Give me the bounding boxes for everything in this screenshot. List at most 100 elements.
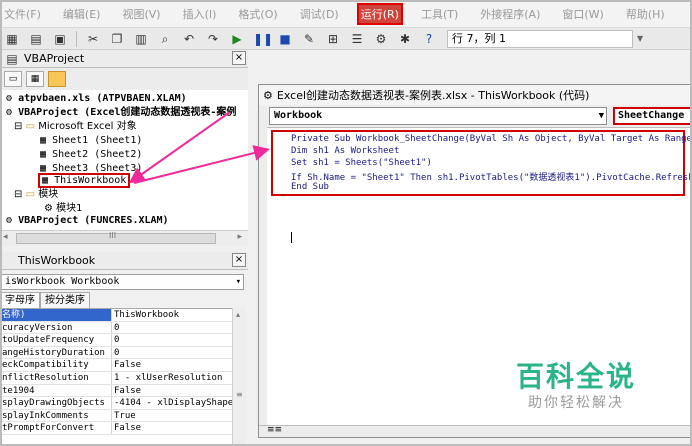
procedure-view-icon[interactable]: ≡≡ bbox=[267, 425, 282, 435]
sheet-icon: ▦ bbox=[40, 135, 47, 146]
scroll-left-icon[interactable]: ◂ bbox=[3, 232, 8, 242]
tree-item-sheet2[interactable]: ▦ Sheet2 (Sheet2) bbox=[40, 148, 142, 162]
property-row[interactable]: toUpdateFrequency 0 bbox=[0, 334, 232, 347]
property-value[interactable]: 0 bbox=[112, 347, 232, 359]
code-line[interactable]: Set sh1 = Sheets("Sheet1") bbox=[291, 158, 432, 168]
code-line[interactable]: End Sub bbox=[291, 182, 329, 192]
menu-insert[interactable]: 插入(I) bbox=[181, 5, 219, 23]
property-value[interactable]: 0 bbox=[112, 322, 232, 334]
view-object-icon[interactable]: ▦ bbox=[26, 71, 44, 87]
toggle-folders-icon[interactable] bbox=[48, 71, 66, 87]
code-line[interactable]: Dim sh1 As Worksheet bbox=[291, 146, 399, 156]
run-icon[interactable]: ▶ bbox=[229, 31, 245, 47]
property-value[interactable]: ThisWorkbook bbox=[112, 309, 232, 321]
find-icon[interactable]: ⌕ bbox=[157, 31, 173, 47]
toolbar-separator bbox=[76, 30, 77, 47]
toolbox-icon[interactable]: ✱ bbox=[397, 31, 413, 47]
properties-vertical-scrollbar[interactable]: ▴ ≡ bbox=[232, 308, 246, 446]
property-row[interactable]: splayDrawingObjects -4104 - xlDisplayShap… bbox=[0, 397, 232, 410]
code-line[interactable]: Private Sub Workbook_SheetChange(ByVal S… bbox=[291, 134, 692, 144]
code-view-bar: ≡≡ bbox=[259, 425, 691, 437]
watermark-title: 百科全说 bbox=[516, 360, 637, 393]
properties-object-select[interactable]: isWorkbook Workbook ▾ bbox=[0, 274, 244, 290]
menu-tools[interactable]: 工具(T) bbox=[419, 5, 460, 23]
text-cursor bbox=[291, 232, 292, 243]
thisworkbook-highlight: ▦ ThisWorkbook bbox=[37, 173, 131, 188]
minus-icon[interactable]: ⊟ bbox=[14, 121, 22, 132]
undo-icon[interactable]: ↶ bbox=[181, 31, 197, 47]
toolbar-options-icon[interactable]: ▼ bbox=[637, 30, 645, 48]
tree-item-thisworkbook[interactable]: ▦ ThisWorkbook bbox=[37, 173, 131, 188]
excel-icon[interactable]: ▦ bbox=[4, 31, 20, 47]
menu-debug[interactable]: 调试(D) bbox=[298, 5, 341, 23]
property-value[interactable]: -4104 - xlDisplayShape bbox=[112, 397, 232, 409]
properties-object-value: isWorkbook Workbook bbox=[5, 276, 120, 287]
tree-item-modules[interactable]: ⊟ ▭ 模块 bbox=[14, 188, 58, 202]
property-value[interactable]: 1 - xlUserResolution bbox=[112, 372, 232, 384]
scroll-thumb[interactable]: III bbox=[16, 231, 216, 244]
paste-icon[interactable]: ▥ bbox=[133, 31, 149, 47]
break-icon[interactable]: ❚❚ bbox=[253, 31, 273, 47]
menu-run[interactable]: 运行(R) bbox=[356, 2, 403, 25]
close-icon[interactable]: × bbox=[232, 51, 246, 65]
sheet-icon: ▦ bbox=[40, 149, 47, 160]
tree-horizontal-scrollbar[interactable]: ◂ III ▸ bbox=[0, 230, 248, 246]
menu-addins[interactable]: 外接程序(A) bbox=[478, 5, 542, 23]
design-mode-icon[interactable]: ✎ bbox=[301, 31, 317, 47]
property-value[interactable]: True bbox=[112, 410, 232, 422]
property-row[interactable]: tPromptForConvert False bbox=[0, 422, 232, 435]
menu-bar: 文件(F) 编辑(E) 视图(V) 插入(I) 格式(O) 调试(D) 运行(R… bbox=[0, 0, 692, 28]
insert-module-icon[interactable]: ▤ bbox=[28, 31, 44, 47]
property-row[interactable]: nflictResolution 1 - xlUserResolution bbox=[0, 371, 232, 385]
menu-window[interactable]: 窗口(W) bbox=[560, 5, 605, 23]
menu-view[interactable]: 视图(V) bbox=[120, 5, 162, 23]
property-name: splayDrawingObjects bbox=[0, 397, 112, 409]
property-value[interactable]: False bbox=[112, 385, 232, 397]
properties-grid: 名称) ThisWorkbook curacyVersion 0 toUpdateF… bbox=[0, 308, 232, 446]
close-icon[interactable]: × bbox=[232, 253, 246, 267]
reset-icon[interactable]: ■ bbox=[277, 31, 293, 47]
help-icon[interactable]: ? bbox=[421, 31, 437, 47]
property-row[interactable]: eckCompatibility False bbox=[0, 359, 232, 372]
menu-file[interactable]: 文件(F) bbox=[2, 5, 43, 23]
minus-icon[interactable]: ⊟ bbox=[14, 189, 22, 200]
redo-icon[interactable]: ↷ bbox=[205, 31, 221, 47]
property-row[interactable]: te1904 False bbox=[0, 384, 232, 398]
tree-item-label: Sheet2 (Sheet2) bbox=[52, 149, 143, 160]
property-row[interactable]: splayInkComments True bbox=[0, 409, 232, 423]
tree-item-sheet1[interactable]: ▦ Sheet1 (Sheet1) bbox=[40, 134, 142, 148]
procedure-dropdown[interactable]: SheetChange bbox=[613, 107, 692, 125]
property-value[interactable]: 0 bbox=[112, 334, 232, 346]
cut-icon[interactable]: ✂ bbox=[85, 31, 101, 47]
copy-icon[interactable]: ❐ bbox=[109, 31, 125, 47]
object-dropdown[interactable]: Workbook ▼ bbox=[269, 107, 607, 125]
property-row[interactable]: angeHistoryDuration 0 bbox=[0, 346, 232, 360]
property-row[interactable]: 名称) ThisWorkbook bbox=[0, 309, 232, 322]
chevron-down-icon[interactable]: ▼ bbox=[599, 108, 604, 124]
tree-item-funcres[interactable]: ⚙ VBAProject (FUNCRES.XLAM) bbox=[6, 214, 169, 228]
view-code-icon[interactable]: ▭ bbox=[4, 71, 22, 87]
tree-item-label: VBAProject (FUNCRES.XLAM) bbox=[18, 215, 169, 226]
tree-item-excel-objects[interactable]: ⊟ ▭ Microsoft Excel 对象 bbox=[14, 120, 137, 134]
project-explorer-icon[interactable]: ⊞ bbox=[325, 31, 341, 47]
scroll-up-icon[interactable]: ▴ bbox=[236, 310, 240, 319]
project-node-icon: ⚙ bbox=[6, 107, 13, 118]
property-value[interactable]: False bbox=[112, 359, 232, 371]
menu-edit[interactable]: 编辑(E) bbox=[61, 5, 103, 23]
menu-help[interactable]: 帮助(H) bbox=[624, 5, 667, 23]
code-window-titlebar: ⚙ Excel创建动态数据透视表-案例表.xlsx - ThisWorkbook… bbox=[259, 85, 691, 105]
property-value[interactable]: False bbox=[112, 422, 232, 434]
tab-categorized[interactable]: 按分类序 bbox=[40, 292, 90, 308]
object-browser-icon[interactable]: ⚙ bbox=[373, 31, 389, 47]
properties-icon[interactable]: ☰ bbox=[349, 31, 365, 47]
save-icon[interactable]: ▣ bbox=[52, 31, 68, 47]
tree-item-atpvbaen[interactable]: ⚙ atpvbaen.xls (ATPVBAEN.XLAM) bbox=[6, 92, 187, 106]
workbook-icon: ▦ bbox=[42, 175, 49, 186]
chevron-down-icon[interactable]: ▾ bbox=[236, 275, 241, 289]
tab-alphabetic[interactable]: 字母序 bbox=[0, 292, 40, 308]
scroll-right-icon[interactable]: ▸ bbox=[237, 232, 242, 242]
menu-format[interactable]: 格式(O) bbox=[236, 5, 279, 23]
code-line[interactable]: If Sh.Name = "Sheet1" Then sh1.PivotTabl… bbox=[291, 170, 692, 183]
tree-item-vbaproject[interactable]: ⚙ VBAProject (Excel创建动态数据透视表-案例 bbox=[6, 106, 236, 120]
property-row[interactable]: curacyVersion 0 bbox=[0, 321, 232, 335]
